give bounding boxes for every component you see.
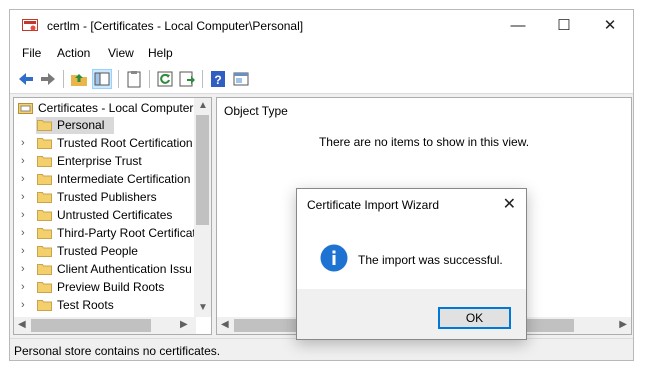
dialog-title: Certificate Import Wizard [307,198,440,212]
tree-item-label: Enterprise Trust [57,154,142,168]
column-header-object-type[interactable]: Object Type [224,104,288,118]
folder-icon [37,138,52,149]
forward-arrow-icon[interactable] [38,69,58,89]
up-folder-icon[interactable] [69,69,89,89]
tree-item-client-authentication-issu[interactable]: › Client Authentication Issu [14,261,194,279]
tree-scroll-thumb[interactable] [196,115,209,225]
expand-chevron-icon[interactable]: › [21,245,25,257]
tree-item-test-roots[interactable]: › Test Roots [14,297,194,315]
properties-icon[interactable] [231,69,251,89]
tree-item-enterprise-trust[interactable]: › Enterprise Trust [14,153,194,171]
title-bar[interactable]: certlm - [Certificates - Local Computer\… [10,10,633,42]
tree-item-label: Trusted People [57,244,138,258]
expand-chevron-icon[interactable]: › [21,155,25,167]
tree-item-label: Third-Party Root Certificat [57,226,196,240]
tree-hscroll-thumb[interactable] [31,319,151,332]
ok-button[interactable]: OK [438,307,511,329]
console-tree-pane[interactable]: Certificates - Local Computer Personal › T… [13,97,212,335]
clipboard-icon[interactable] [124,69,144,89]
scroll-left-arrow-icon[interactable]: ◀ [221,319,229,330]
tree-item-trusted-publishers[interactable]: › Trusted Publishers [14,189,194,207]
folder-icon [37,156,52,167]
tree-item-untrusted-certificates[interactable]: › Untrusted Certificates [14,207,194,225]
tree-item-label: Untrusted Certificates [57,208,173,222]
window-title: certlm - [Certificates - Local Computer\… [47,19,304,33]
tree-item-personal[interactable]: Personal [14,117,194,135]
toolbar-separator [149,70,150,88]
expand-chevron-icon[interactable]: › [21,263,25,275]
dialog-close-button[interactable]: ✕ [503,194,516,214]
tree-item-label: Intermediate Certification [57,172,191,186]
status-text: Personal store contains no certificates. [14,344,221,358]
scroll-up-arrow-icon[interactable]: ▲ [198,100,208,111]
info-icon [320,244,348,272]
import-wizard-dialog: Certificate Import Wizard ✕ The import w… [296,188,527,340]
tree-item-trusted-people[interactable]: › Trusted People [14,243,194,261]
scroll-left-arrow-icon[interactable]: ◀ [18,319,26,330]
tree-item-label: Client Authentication Issu [57,262,192,276]
expand-chevron-icon[interactable]: › [21,281,25,293]
expand-chevron-icon[interactable]: › [21,191,25,203]
folder-icon [37,174,52,185]
tree-item-third-party-root-certificat[interactable]: › Third-Party Root Certificat [14,225,196,243]
tree-item-label: Preview Build Roots [57,280,165,294]
svg-text:?: ? [214,73,221,87]
certificate-app-icon [22,19,38,31]
tree-item-label: Test Roots [57,298,114,312]
toolbar-separator [63,70,64,88]
scroll-down-arrow-icon[interactable]: ▼ [198,302,208,313]
menu-view[interactable]: View [108,46,134,60]
expand-chevron-icon[interactable]: › [21,209,25,221]
certificates-store-icon [18,103,33,114]
menu-help[interactable]: Help [148,46,173,60]
expand-chevron-icon[interactable]: › [21,173,25,185]
minimize-button[interactable]: — [495,10,541,42]
tree-item-label: Personal [57,118,105,132]
tree-root-label: Certificates - Local Computer [38,101,194,115]
menu-bar: File Action View Help [10,42,633,64]
folder-icon [37,192,52,203]
folder-icon [37,210,52,221]
tree-item-trusted-root-certification[interactable]: › Trusted Root Certification [14,135,194,153]
folder-icon [37,246,52,257]
folder-icon [37,228,52,239]
toolbar-separator [202,70,203,88]
menu-file[interactable]: File [22,46,41,60]
tree-item-label: Trusted Publishers [57,190,157,204]
folder-icon [37,264,52,275]
tree-item-intermediate-certification[interactable]: › Intermediate Certification [14,171,194,189]
scroll-right-arrow-icon[interactable]: ▶ [619,319,627,330]
expand-chevron-icon[interactable]: › [21,227,25,239]
menu-action[interactable]: Action [57,46,90,60]
tree-item-label: Trusted Root Certification [57,136,193,150]
expand-chevron-icon[interactable]: › [21,299,25,311]
tree-item-preview-build-roots[interactable]: › Preview Build Roots [14,279,194,297]
scroll-right-arrow-icon[interactable]: ▶ [180,319,188,330]
toolbar-separator [118,70,119,88]
show-hide-tree-icon [94,72,110,86]
refresh-icon[interactable] [155,69,175,89]
dialog-message: The import was successful. [358,253,503,267]
help-icon[interactable]: ? [208,69,228,89]
show-hide-tree-button[interactable] [92,69,112,89]
close-button[interactable]: ✕ [587,10,633,42]
maximize-button[interactable]: ☐ [541,10,587,42]
expand-chevron-icon[interactable]: › [21,137,25,149]
folder-icon [37,120,52,131]
folder-icon [37,300,52,311]
tree-horizontal-scrollbar[interactable]: ◀ ▶ [14,317,196,334]
export-list-icon[interactable] [177,69,197,89]
tree-vertical-scrollbar[interactable]: ▲ ▼ [194,98,211,317]
folder-icon [37,282,52,293]
back-arrow-icon[interactable] [16,69,36,89]
status-bar: Personal store contains no certificates. [10,338,633,360]
toolbar: ? [10,64,633,94]
empty-view-message: There are no items to show in this view. [318,135,530,149]
